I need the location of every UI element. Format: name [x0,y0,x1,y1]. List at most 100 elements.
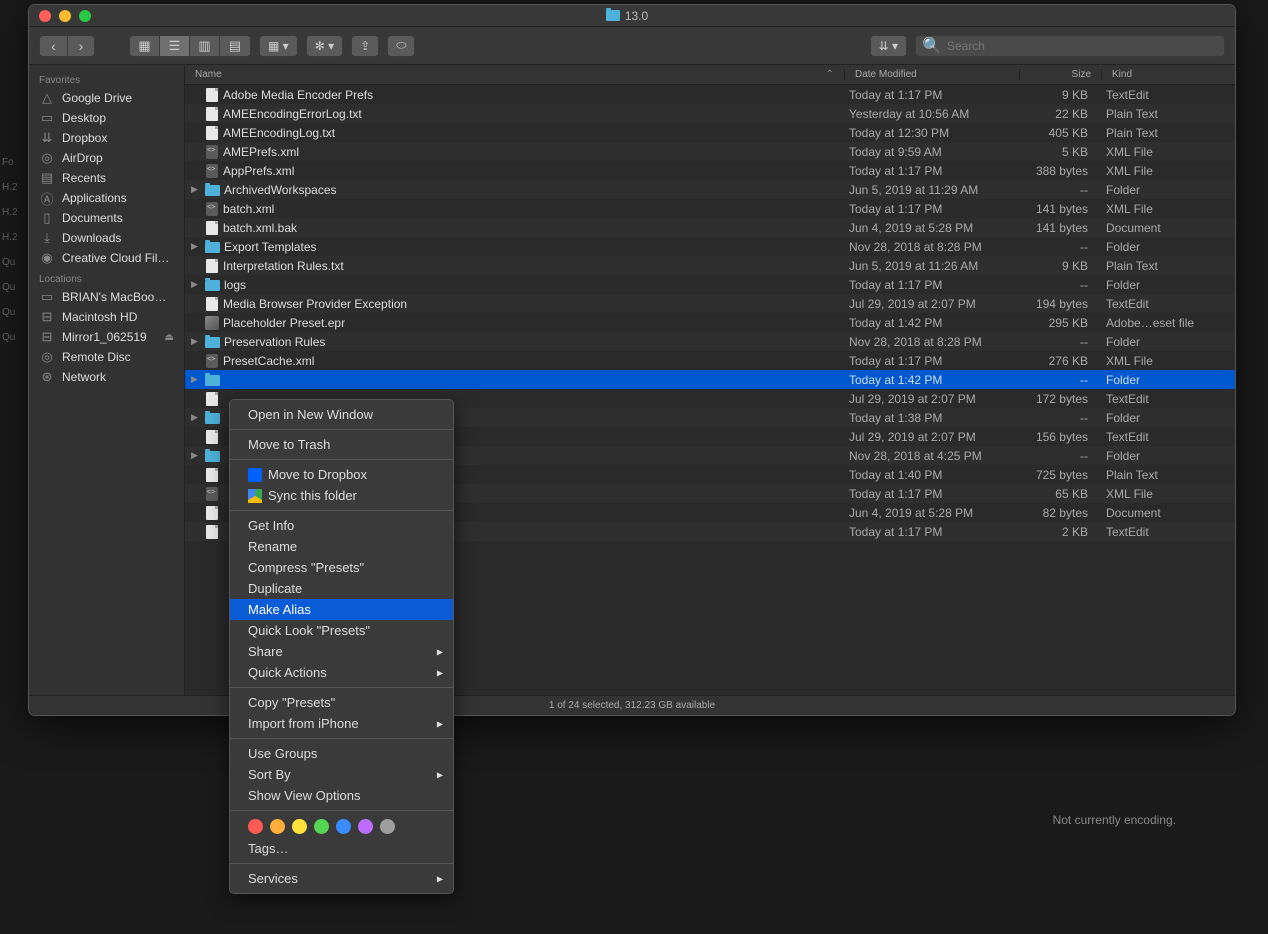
file-kind: Plain Text [1102,126,1235,140]
table-row[interactable]: AMEEncodingErrorLog.txtYesterday at 10:5… [185,104,1235,123]
view-columns-button[interactable]: ▥ [190,36,220,56]
cm-share[interactable]: Share [230,641,453,662]
file-kind: XML File [1102,145,1235,159]
table-row[interactable]: AMEPrefs.xmlToday at 9:59 AM5 KBXML File [185,142,1235,161]
sidebar-item[interactable]: ⊟Macintosh HD [29,307,184,327]
cm-move-to-trash[interactable]: Move to Trash [230,434,453,455]
table-row[interactable]: ▶Export TemplatesNov 28, 2018 at 8:28 PM… [185,237,1235,256]
cm-quick-actions[interactable]: Quick Actions [230,662,453,683]
table-row[interactable]: Placeholder Preset.eprToday at 1:42 PM29… [185,313,1235,332]
cm-sep [230,738,453,739]
disclosure-triangle[interactable]: ▶ [191,336,201,347]
sidebar-item[interactable]: △Google Drive [29,88,184,108]
sidebar-item[interactable]: ⇊Dropbox [29,128,184,148]
file-icon [205,316,219,330]
table-row[interactable]: batch.xmlToday at 1:17 PM141 bytesXML Fi… [185,199,1235,218]
cm-sort-by[interactable]: Sort By [230,764,453,785]
view-icons-button[interactable]: ▦ [130,36,160,56]
cm-compress[interactable]: Compress "Presets" [230,557,453,578]
dropbox-toolbar-button[interactable]: ⇊ ▾ [870,35,907,57]
disclosure-triangle[interactable]: ▶ [191,374,201,385]
view-gallery-button[interactable]: ▤ [220,36,250,56]
search-input[interactable] [947,39,1218,53]
disclosure-triangle[interactable]: ▶ [191,241,201,252]
cm-rename[interactable]: Rename [230,536,453,557]
cm-import-iphone[interactable]: Import from iPhone [230,713,453,734]
cm-make-alias[interactable]: Make Alias [230,599,453,620]
title-bar[interactable]: 13.0 [29,5,1235,27]
cm-move-to-dropbox[interactable]: Move to Dropbox [230,464,453,485]
docs-icon: ▯ [39,211,55,225]
tag-color[interactable] [380,819,395,834]
file-icon [205,280,220,291]
share-button[interactable]: ⇪ [351,35,379,57]
column-header-kind[interactable]: Kind [1102,69,1235,80]
table-row[interactable]: batch.xml.bakJun 4, 2019 at 5:28 PM141 b… [185,218,1235,237]
title-folder-icon [606,10,620,21]
table-row[interactable]: AMEEncodingLog.txtToday at 12:30 PM405 K… [185,123,1235,142]
tag-color[interactable] [314,819,329,834]
table-row[interactable]: Media Browser Provider ExceptionJul 29, … [185,294,1235,313]
file-name: ArchivedWorkspaces [224,183,337,197]
table-row[interactable]: ▶logsToday at 1:17 PM--Folder [185,275,1235,294]
action-button[interactable]: ✻ ▾ [306,35,343,57]
tag-color[interactable] [270,819,285,834]
tag-color[interactable] [248,819,263,834]
sidebar-item[interactable]: ◉Creative Cloud Fil… [29,248,184,268]
disclosure-triangle[interactable]: ▶ [191,450,201,461]
cm-sync-folder[interactable]: Sync this folder [230,485,453,506]
table-row[interactable]: ▶Preservation RulesNov 28, 2018 at 8:28 … [185,332,1235,351]
cm-copy[interactable]: Copy "Presets" [230,692,453,713]
table-row[interactable]: PresetCache.xmlToday at 1:17 PM276 KBXML… [185,351,1235,370]
column-header-name[interactable]: Name⌃ [185,69,845,80]
view-list-button[interactable]: ☰ [160,36,190,56]
forward-button[interactable]: › [67,35,95,57]
cm-tags-label[interactable]: Tags… [230,838,453,859]
sort-button[interactable]: ▦ ▾ [259,35,298,57]
sidebar-item[interactable]: ◎AirDrop [29,148,184,168]
file-kind: Folder [1102,411,1235,425]
cm-duplicate[interactable]: Duplicate [230,578,453,599]
sidebar-item[interactable]: ◎Remote Disc [29,347,184,367]
tag-color[interactable] [358,819,373,834]
sidebar-item[interactable]: ▭BRIAN's MacBoo… [29,287,184,307]
sidebar-item[interactable]: ⊛Network [29,367,184,387]
column-header-size[interactable]: Size [1020,69,1102,80]
sidebar-item[interactable]: ⤓Downloads [29,228,184,248]
search-box[interactable]: 🔍 [915,35,1225,57]
table-row[interactable]: Adobe Media Encoder PrefsToday at 1:17 P… [185,85,1235,104]
sidebar-item[interactable]: ▤Recents [29,168,184,188]
file-icon [205,413,220,424]
cm-services[interactable]: Services [230,868,453,889]
back-button[interactable]: ‹ [39,35,67,57]
table-row[interactable]: Interpretation Rules.txtJun 5, 2019 at 1… [185,256,1235,275]
file-kind: Folder [1102,373,1235,387]
cm-get-info[interactable]: Get Info [230,515,453,536]
table-row[interactable]: ▶Today at 1:42 PM--Folder [185,370,1235,389]
tag-color[interactable] [292,819,307,834]
tags-button[interactable]: ⬭ [387,35,415,57]
file-kind: Folder [1102,278,1235,292]
column-header-date[interactable]: Date Modified [845,69,1020,80]
eject-icon[interactable]: ⏏ [165,332,174,343]
disclosure-triangle[interactable]: ▶ [191,412,201,423]
remotedisc-icon: ◎ [39,350,55,364]
tag-color[interactable] [336,819,351,834]
cm-show-view-options[interactable]: Show View Options [230,785,453,806]
cm-use-groups[interactable]: Use Groups [230,743,453,764]
cm-open-new-window[interactable]: Open in New Window [230,404,453,425]
cm-quick-look[interactable]: Quick Look "Presets" [230,620,453,641]
file-kind: Plain Text [1102,468,1235,482]
table-row[interactable]: ▶ArchivedWorkspacesJun 5, 2019 at 11:29 … [185,180,1235,199]
nav-buttons: ‹ › [39,35,95,57]
sidebar-item[interactable]: ⒶApplications [29,188,184,208]
sidebar-item[interactable]: ▯Documents [29,208,184,228]
disclosure-triangle[interactable]: ▶ [191,279,201,290]
dropbox-icon [248,468,262,482]
gdrive-icon: △ [39,91,55,105]
disclosure-triangle[interactable]: ▶ [191,184,201,195]
table-row[interactable]: AppPrefs.xmlToday at 1:17 PM388 bytesXML… [185,161,1235,180]
sidebar-item[interactable]: ⊟Mirror1_062519⏏ [29,327,184,347]
file-size: 141 bytes [1020,202,1102,216]
sidebar-item[interactable]: ▭Desktop [29,108,184,128]
